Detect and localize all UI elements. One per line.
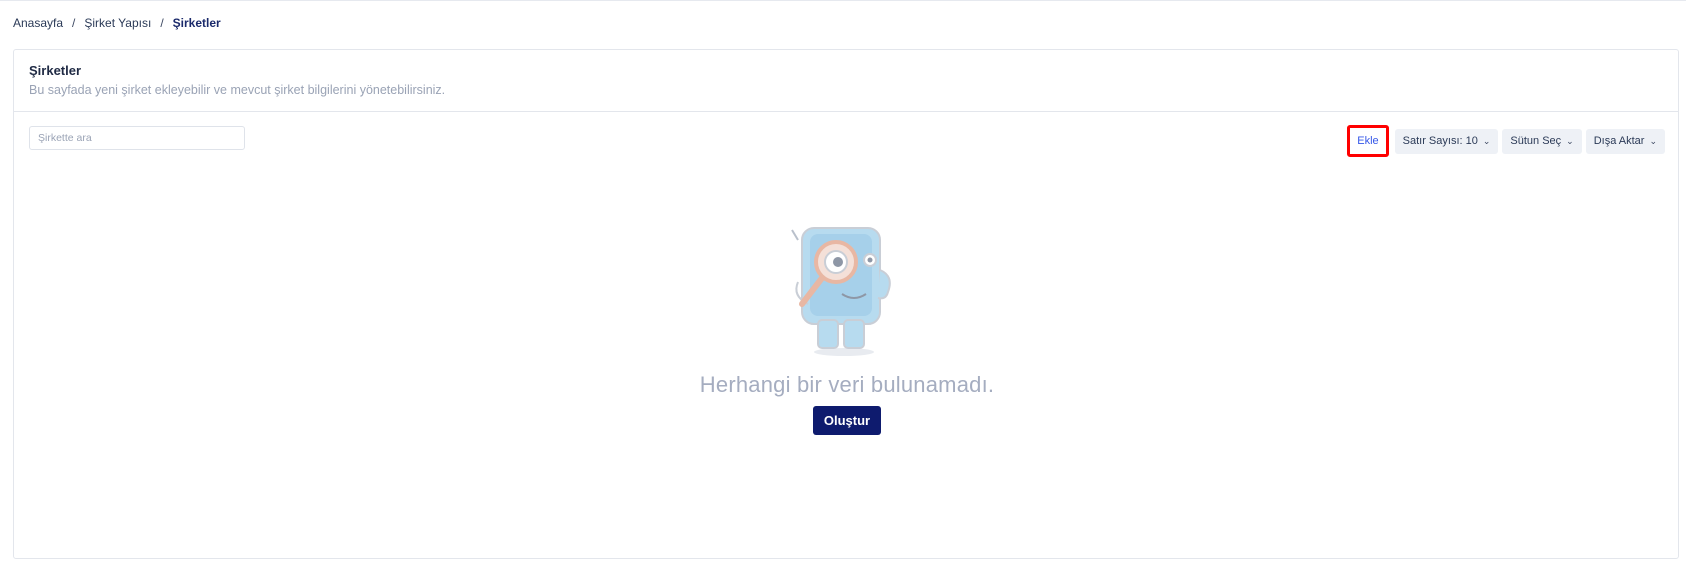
companies-card: Şirketler Bu sayfada yeni şirket ekleyeb… [13,49,1679,559]
create-button[interactable]: Oluştur [812,406,882,435]
column-select-dropdown[interactable]: Sütun Seç ⌄ [1502,128,1582,154]
export-label: Dışa Aktar [1593,135,1645,147]
breadcrumb-current: Şirketler [172,16,221,30]
page-title: Şirketler [29,63,82,78]
table-toolbar: Ekle Satır Sayısı: 10 ⌄ Sütun Seç ⌄ Dışa… [14,112,1678,168]
empty-state: Herhangi bir veri bulunamadı. Oluştur [14,220,1680,435]
add-button[interactable]: Ekle [1347,125,1389,157]
card-header: Şirketler Bu sayfada yeni şirket ekleyeb… [14,50,1678,112]
search-input[interactable] [29,126,245,150]
magnifier-mascot-icon [791,227,891,356]
column-select-label: Sütun Seç [1510,135,1562,147]
toolbar-actions: Ekle Satır Sayısı: 10 ⌄ Sütun Seç ⌄ Dışa… [1347,125,1665,157]
rows-per-page-label: Satır Sayısı: 10 [1402,135,1478,147]
breadcrumb-home[interactable]: Anasayfa [13,16,63,30]
chevron-down-icon: ⌄ [1649,135,1657,146]
breadcrumb-separator: / [160,16,164,30]
export-dropdown[interactable]: Dışa Aktar ⌄ [1585,128,1665,154]
empty-state-message: Herhangi bir veri bulunamadı. [699,372,995,397]
page-subtitle: Bu sayfada yeni şirket ekleyebilir ve me… [29,83,446,97]
chevron-down-icon: ⌄ [1482,135,1491,146]
top-divider [0,0,1686,1]
breadcrumb-company-structure[interactable]: Şirket Yapısı [84,16,151,30]
breadcrumb: Anasayfa / Şirket Yapısı / Şirketler [13,16,221,30]
breadcrumb-separator: / [72,16,76,30]
chevron-down-icon: ⌄ [1566,135,1574,146]
rows-per-page-dropdown[interactable]: Satır Sayısı: 10 ⌄ [1394,128,1499,154]
